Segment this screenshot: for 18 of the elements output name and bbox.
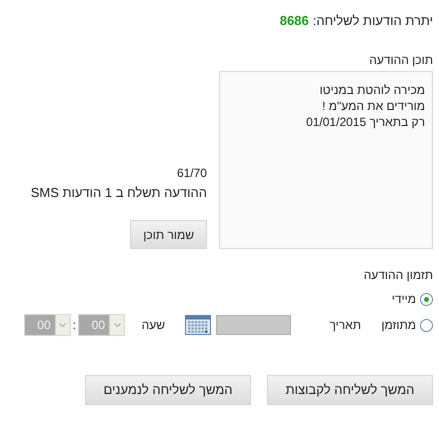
time-label: שעה (140, 317, 165, 334)
message-label: תוכן ההודעה (369, 52, 433, 68)
sms-count-text: ההודעה תשלח ב 1 הודעות SMS (30, 184, 207, 202)
remaining-label: יתרת הודעות לשליחה: (312, 12, 433, 30)
char-counter: 61/70 (176, 165, 207, 182)
radio-label: מתוזמן (380, 317, 416, 334)
continue-button[interactable]: המשך לשליחה לקבוצות (267, 375, 433, 405)
continue-button[interactable]: המשך לשליחה לנמענים (85, 375, 251, 405)
radio-label: מיידי (392, 291, 416, 308)
date-label: תאריך (328, 317, 361, 334)
time-separator: : (72, 317, 76, 334)
chevron-icon (109, 315, 124, 335)
save-button[interactable]: שמור תוכן (130, 220, 207, 249)
chevron-icon (54, 315, 70, 335)
message-field[interactable]: מכירה לוהטת במניטו מורידים את המע"מ ! רק בתאריך 01/01/2015 (218, 71, 433, 249)
schedule-label: תזמון ההודעה (364, 267, 433, 283)
remaining-count: 8686 (280, 12, 309, 30)
calendar-icon[interactable] (185, 315, 211, 335)
